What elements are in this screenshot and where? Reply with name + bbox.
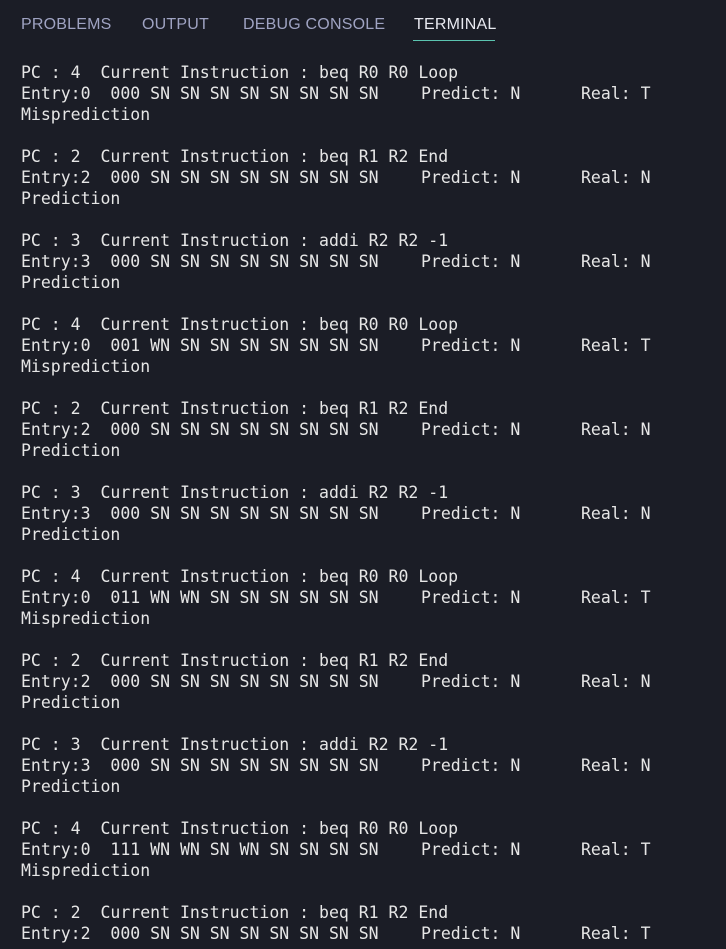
entry-state: Entry:3 000 SN SN SN SN SN SN SN SN <box>21 756 379 775</box>
real-value: Real: T <box>581 924 651 943</box>
terminal-entry: PC : 3 Current Instruction : addi R2 R2 … <box>21 734 721 797</box>
real-value: Real: T <box>581 588 651 607</box>
prediction-result: Prediction <box>21 693 121 712</box>
active-tab-indicator <box>413 40 495 41</box>
terminal-entry: PC : 2 Current Instruction : beq R1 R2 E… <box>21 398 721 461</box>
entry-state: Entry:2 000 SN SN SN SN SN SN SN SN <box>21 168 379 187</box>
predict-value: Predict: N <box>421 168 521 187</box>
real-value: Real: N <box>581 672 651 691</box>
prediction-result: Misprediction <box>21 105 151 124</box>
terminal-output[interactable]: PC : 4 Current Instruction : beq R0 R0 L… <box>21 62 721 949</box>
entry-state: Entry:2 000 SN SN SN SN SN SN SN SN <box>21 924 379 943</box>
predict-value: Predict: N <box>421 840 521 859</box>
terminal-entry: PC : 3 Current Instruction : addi R2 R2 … <box>21 482 721 545</box>
pc-instruction-line: PC : 2 Current Instruction : beq R1 R2 E… <box>21 147 449 166</box>
branch-table-line: Entry:0 001 WN SN SN SN SN SN SN SN Predi… <box>21 335 721 356</box>
tab-debug-console[interactable]: DEBUG CONSOLE <box>243 15 385 35</box>
entry-state: Entry:3 000 SN SN SN SN SN SN SN SN <box>21 252 379 271</box>
entry-state: Entry:2 000 SN SN SN SN SN SN SN SN <box>21 672 379 691</box>
entry-state: Entry:3 000 SN SN SN SN SN SN SN SN <box>21 504 379 523</box>
terminal-entry: PC : 4 Current Instruction : beq R0 R0 L… <box>21 818 721 881</box>
terminal-entry: PC : 2 Current Instruction : beq R1 R2 E… <box>21 146 721 209</box>
real-value: Real: T <box>581 336 651 355</box>
terminal-entry: PC : 2 Current Instruction : beq R1 R2 E… <box>21 650 721 713</box>
prediction-result: Prediction <box>21 273 121 292</box>
real-value: Real: N <box>581 168 651 187</box>
tab-terminal[interactable]: TERMINAL <box>414 15 497 35</box>
branch-table-line: Entry:2 000 SN SN SN SN SN SN SN SN Predi… <box>21 167 721 188</box>
branch-table-line: Entry:2 000 SN SN SN SN SN SN SN SN Predi… <box>21 671 721 692</box>
terminal-entry: PC : 4 Current Instruction : beq R0 R0 L… <box>21 566 721 629</box>
predict-value: Predict: N <box>421 504 521 523</box>
terminal-entry: PC : 4 Current Instruction : beq R0 R0 L… <box>21 314 721 377</box>
prediction-result: Prediction <box>21 525 121 544</box>
entry-state: Entry:0 000 SN SN SN SN SN SN SN SN <box>21 84 379 103</box>
prediction-result: Misprediction <box>21 609 151 628</box>
branch-table-line: Entry:2 000 SN SN SN SN SN SN SN SN Predi… <box>21 923 721 944</box>
predict-value: Predict: N <box>421 756 521 775</box>
pc-instruction-line: PC : 3 Current Instruction : addi R2 R2 … <box>21 735 449 754</box>
entry-state: Entry:0 011 WN WN SN SN SN SN SN SN <box>21 588 379 607</box>
real-value: Real: N <box>581 756 651 775</box>
predict-value: Predict: N <box>421 420 521 439</box>
predict-value: Predict: N <box>421 252 521 271</box>
branch-table-line: Entry:0 011 WN WN SN SN SN SN SN SN Predi… <box>21 587 721 608</box>
terminal-entry: PC : 4 Current Instruction : beq R0 R0 L… <box>21 62 721 125</box>
panel-tab-bar: PROBLEMS OUTPUT DEBUG CONSOLE TERMINAL <box>0 0 726 46</box>
predict-value: Predict: N <box>421 588 521 607</box>
prediction-result: Misprediction <box>21 357 151 376</box>
tab-problems[interactable]: PROBLEMS <box>21 15 112 35</box>
branch-table-line: Entry:0 000 SN SN SN SN SN SN SN SN Predi… <box>21 83 721 104</box>
real-value: Real: N <box>581 420 651 439</box>
pc-instruction-line: PC : 4 Current Instruction : beq R0 R0 L… <box>21 567 459 586</box>
branch-table-line: Entry:3 000 SN SN SN SN SN SN SN SN Predi… <box>21 503 721 524</box>
entry-state: Entry:0 111 WN WN SN WN SN SN SN SN <box>21 840 379 859</box>
real-value: Real: N <box>581 252 651 271</box>
terminal-entry: PC : 2 Current Instruction : beq R1 R2 E… <box>21 902 721 944</box>
predict-value: Predict: N <box>421 84 521 103</box>
pc-instruction-line: PC : 2 Current Instruction : beq R1 R2 E… <box>21 399 449 418</box>
branch-table-line: Entry:2 000 SN SN SN SN SN SN SN SN Predi… <box>21 419 721 440</box>
terminal-entry: PC : 3 Current Instruction : addi R2 R2 … <box>21 230 721 293</box>
branch-table-line: Entry:0 111 WN WN SN WN SN SN SN SN Predi… <box>21 839 721 860</box>
real-value: Real: T <box>581 840 651 859</box>
prediction-result: Misprediction <box>21 861 151 880</box>
pc-instruction-line: PC : 4 Current Instruction : beq R0 R0 L… <box>21 819 459 838</box>
real-value: Real: N <box>581 504 651 523</box>
pc-instruction-line: PC : 4 Current Instruction : beq R0 R0 L… <box>21 63 459 82</box>
prediction-result: Prediction <box>21 441 121 460</box>
terminal-panel: PROBLEMS OUTPUT DEBUG CONSOLE TERMINAL P… <box>0 0 726 949</box>
pc-instruction-line: PC : 3 Current Instruction : addi R2 R2 … <box>21 231 449 250</box>
entry-state: Entry:0 001 WN SN SN SN SN SN SN SN <box>21 336 379 355</box>
predict-value: Predict: N <box>421 924 521 943</box>
prediction-result: Prediction <box>21 777 121 796</box>
pc-instruction-line: PC : 4 Current Instruction : beq R0 R0 L… <box>21 315 459 334</box>
branch-table-line: Entry:3 000 SN SN SN SN SN SN SN SN Predi… <box>21 755 721 776</box>
predict-value: Predict: N <box>421 672 521 691</box>
pc-instruction-line: PC : 2 Current Instruction : beq R1 R2 E… <box>21 651 449 670</box>
prediction-result: Prediction <box>21 189 121 208</box>
pc-instruction-line: PC : 3 Current Instruction : addi R2 R2 … <box>21 483 449 502</box>
real-value: Real: T <box>581 84 651 103</box>
branch-table-line: Entry:3 000 SN SN SN SN SN SN SN SN Predi… <box>21 251 721 272</box>
pc-instruction-line: PC : 2 Current Instruction : beq R1 R2 E… <box>21 903 449 922</box>
tab-output[interactable]: OUTPUT <box>142 15 209 35</box>
predict-value: Predict: N <box>421 336 521 355</box>
entry-state: Entry:2 000 SN SN SN SN SN SN SN SN <box>21 420 379 439</box>
